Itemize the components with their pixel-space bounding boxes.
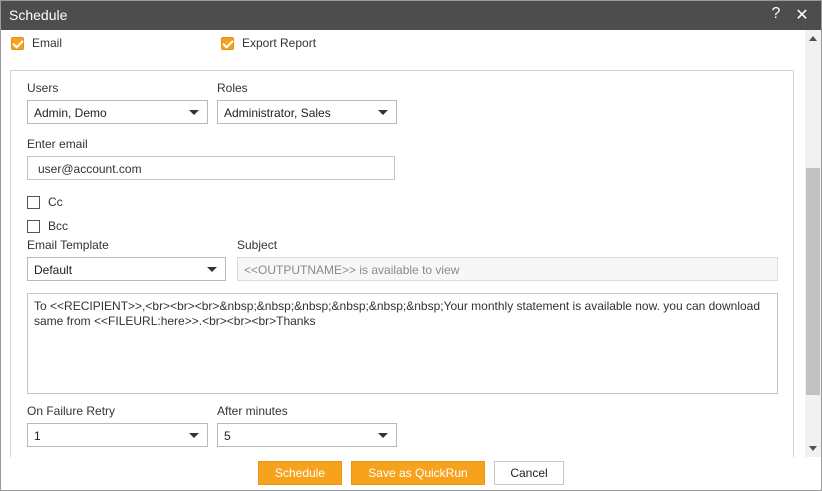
bcc-checkbox[interactable] — [27, 219, 40, 233]
chevron-down-icon — [207, 267, 217, 272]
retry-select-value: 1 — [34, 429, 41, 443]
cc-label: Cc — [48, 195, 63, 209]
email-body-textarea[interactable]: To <<RECIPIENT>>,<br><br><br>&nbsp;&nbsp… — [27, 293, 778, 394]
retry-select[interactable]: 1 — [27, 423, 208, 447]
email-template-select[interactable]: Default — [27, 257, 226, 281]
bcc-label: Bcc — [48, 219, 69, 233]
chevron-down-icon — [378, 433, 388, 438]
subject-field[interactable]: <<OUTPUTNAME>> is available to view — [237, 257, 778, 281]
schedule-dialog: Schedule ? ✕ Email Export Report Users A… — [0, 0, 822, 491]
enter-email-label: Enter email — [27, 137, 88, 151]
help-icon[interactable]: ? — [768, 5, 784, 25]
email-template-value: Default — [34, 263, 73, 277]
email-template-label: Email Template — [27, 238, 109, 252]
email-option[interactable]: Email — [11, 36, 62, 50]
email-checkbox[interactable] — [11, 36, 24, 50]
users-select[interactable]: Admin, Demo — [27, 100, 208, 124]
export-report-option[interactable]: Export Report — [221, 36, 316, 50]
email-settings-panel: Users Admin, Demo Roles Administrator, S… — [10, 70, 794, 457]
scrollbar-thumb[interactable] — [806, 168, 820, 395]
bcc-option[interactable]: Bcc — [27, 219, 68, 233]
cancel-button[interactable]: Cancel — [494, 461, 564, 485]
scroll-up-arrow-icon[interactable] — [809, 36, 817, 41]
email-checkbox-label: Email — [32, 36, 63, 50]
users-label: Users — [27, 81, 59, 95]
save-as-quickrun-button[interactable]: Save as QuickRun — [351, 461, 485, 485]
email-field[interactable]: user@account.com — [27, 156, 395, 180]
chevron-down-icon — [378, 110, 388, 115]
schedule-button[interactable]: Schedule — [258, 461, 342, 485]
retry-label: On Failure Retry — [27, 404, 116, 418]
title-bar: Schedule ? ✕ — [1, 1, 821, 30]
after-minutes-label: After minutes — [217, 404, 288, 418]
dialog-footer: Schedule Save as QuickRun Cancel — [1, 457, 821, 490]
roles-select[interactable]: Administrator, Sales — [217, 100, 397, 124]
roles-label: Roles — [217, 81, 248, 95]
cc-option[interactable]: Cc — [27, 195, 63, 209]
cc-checkbox[interactable] — [27, 195, 40, 209]
vertical-scrollbar[interactable] — [805, 30, 821, 457]
dialog-title: Schedule — [9, 7, 68, 23]
chevron-down-icon — [189, 433, 199, 438]
chevron-down-icon — [189, 110, 199, 115]
after-minutes-select-value: 5 — [224, 429, 231, 443]
subject-field-value: <<OUTPUTNAME>> is available to view — [244, 263, 460, 277]
users-select-value: Admin, Demo — [34, 106, 107, 120]
export-report-checkbox-label: Export Report — [242, 36, 317, 50]
email-field-value: user@account.com — [38, 162, 142, 176]
scroll-down-arrow-icon[interactable] — [809, 446, 817, 451]
close-icon[interactable]: ✕ — [793, 5, 811, 25]
subject-label: Subject — [237, 238, 278, 252]
roles-select-value: Administrator, Sales — [224, 106, 331, 120]
export-report-checkbox[interactable] — [221, 36, 234, 50]
after-minutes-select[interactable]: 5 — [217, 423, 397, 447]
dialog-content: Email Export Report Users Admin, Demo Ro… — [1, 30, 805, 457]
